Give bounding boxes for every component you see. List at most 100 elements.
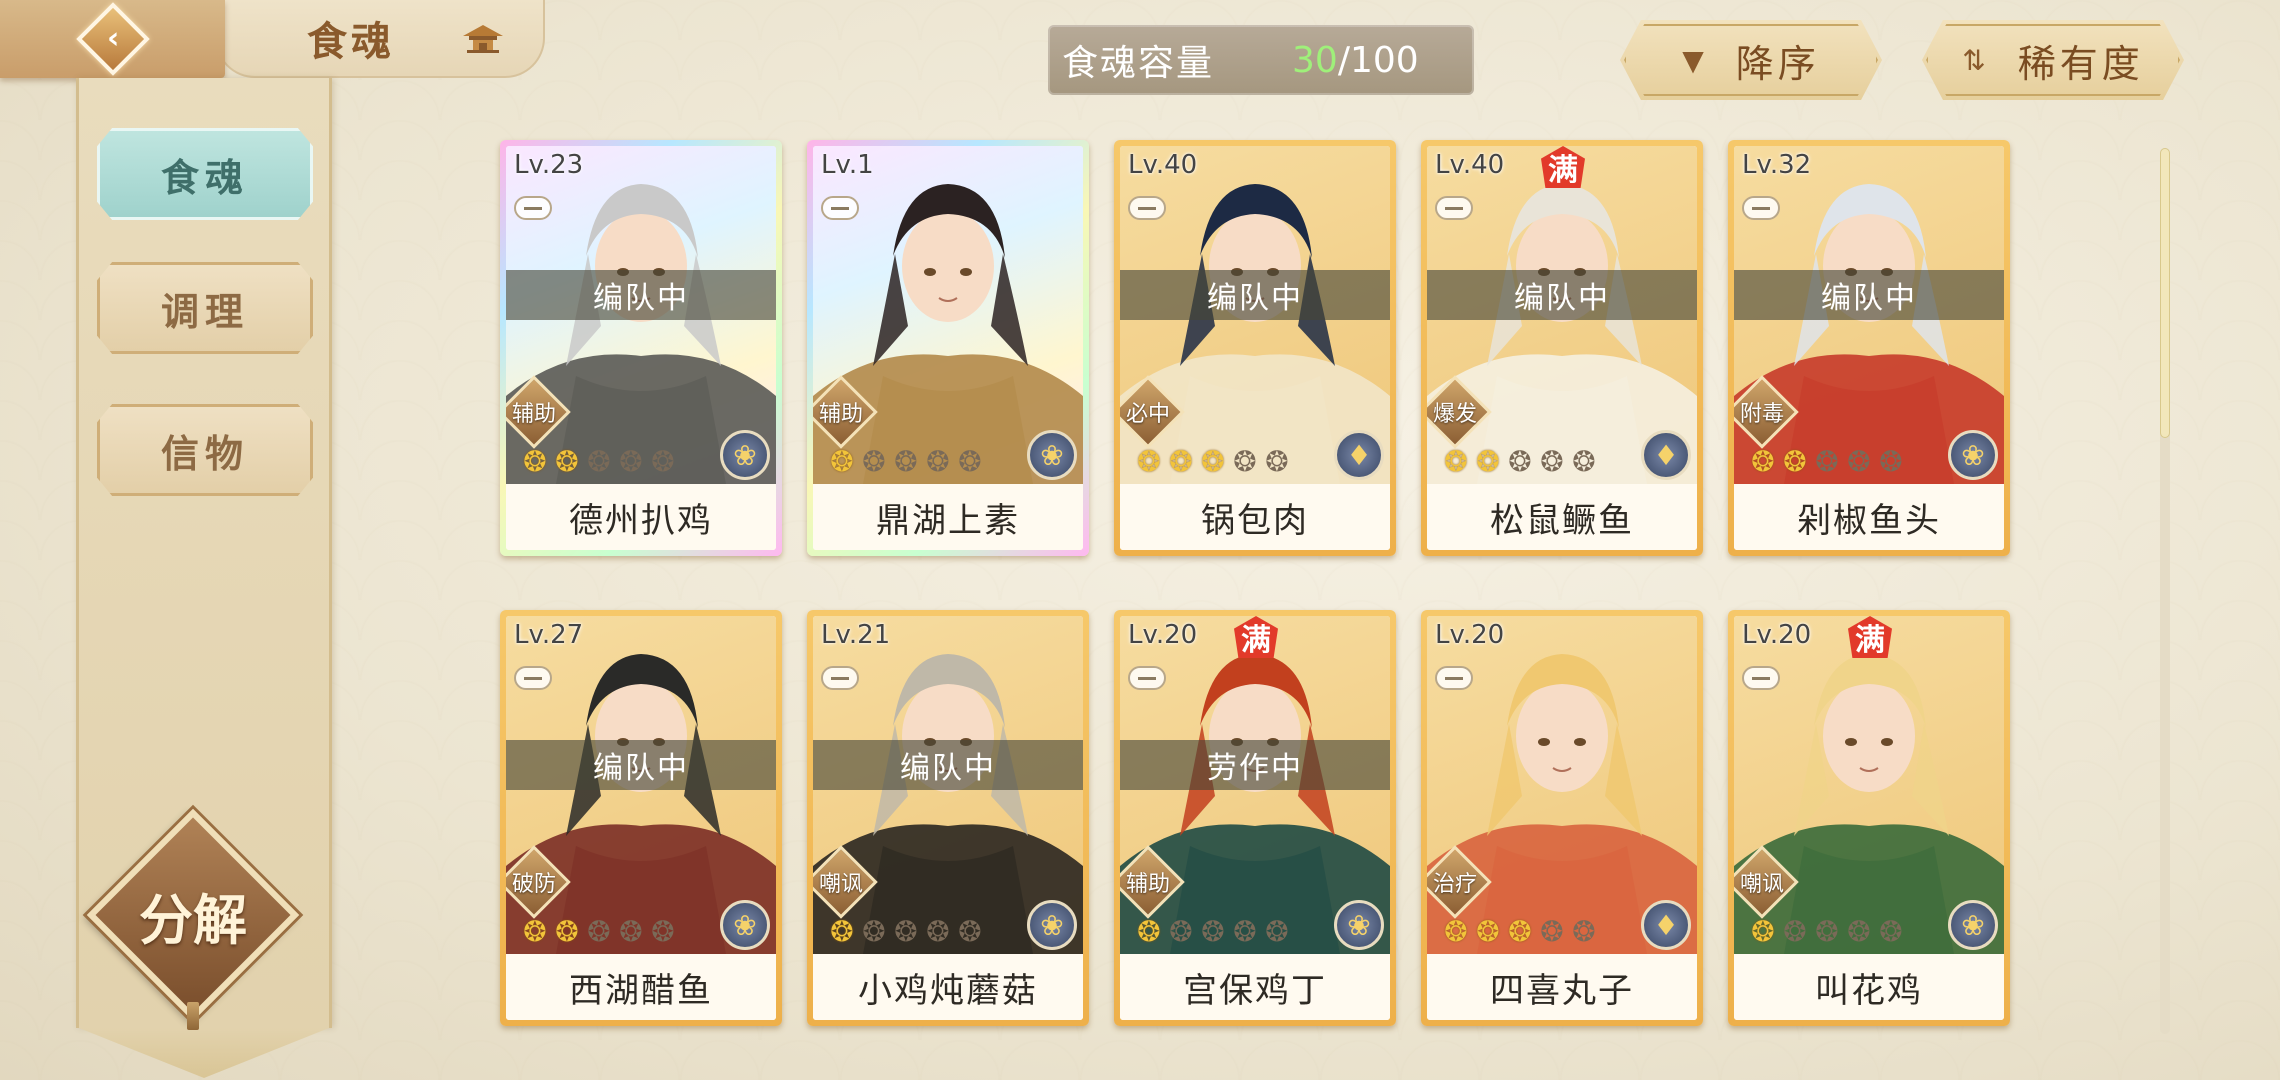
- name-bar: 叫花鸡: [1734, 954, 2004, 1020]
- character-portrait: Lv.20 满 嘲讽 ❂ ❂ ❂ ❂ ❂ ❀: [1734, 616, 2004, 954]
- status-band: 编队中: [506, 740, 776, 790]
- element-glyph: ❀: [733, 908, 757, 942]
- minus-icon[interactable]: [1128, 666, 1166, 690]
- food-soul-name: 四喜丸子: [1490, 970, 1634, 1011]
- food-soul-grid: Lv.23 编队中 辅助 ❂ ❂ ❂ ❂ ❂ ❀ 德州扒鸡 Lv.1 辅助 ❂ …: [500, 140, 2020, 1030]
- star-rating: ❂ ❂ ❂ ❂ ❂: [827, 442, 985, 476]
- max-badge-label: 满: [1548, 153, 1578, 188]
- food-soul-card[interactable]: Lv.20 治疗 ❂ ❂ ❂ ❂ ❂ ♦ 四喜丸子: [1421, 610, 1703, 1026]
- status-band: 编队中: [813, 740, 1083, 790]
- tab-cooking[interactable]: 调理: [97, 262, 313, 354]
- status-band: 编队中: [1427, 270, 1697, 320]
- minus-icon[interactable]: [821, 666, 859, 690]
- capacity-separator: /: [1337, 39, 1350, 81]
- character-portrait: Lv.32 编队中 附毒 ❂ ❂ ❂ ❂ ❂ ❀: [1734, 146, 2004, 484]
- star-flame-filled-icon: ❂: [1169, 445, 1193, 478]
- element-icon: ♦: [1641, 430, 1691, 480]
- minus-icon[interactable]: [1435, 666, 1473, 690]
- title-plate: 食魂: [215, 0, 545, 78]
- scrollbar-thumb[interactable]: [2160, 148, 2170, 438]
- card-inner: Lv.40 编队中 必中 ❂ ❂ ❂ ❂ ❂ ♦ 锅包肉: [1120, 146, 1390, 550]
- decompose-button[interactable]: 分解: [78, 800, 308, 1030]
- food-soul-card[interactable]: Lv.32 编队中 附毒 ❂ ❂ ❂ ❂ ❂ ❀ 剁椒鱼头: [1728, 140, 2010, 556]
- food-soul-name: 叫花鸡: [1815, 970, 1923, 1011]
- star-flame-empty-icon: ❂: [862, 445, 886, 478]
- role-badge: 辅助: [813, 375, 878, 449]
- scrollbar[interactable]: [2160, 148, 2170, 1034]
- star-flame-empty-icon: ❂: [1201, 915, 1225, 948]
- star-flame-empty-icon: ❂: [651, 445, 675, 478]
- food-soul-name: 剁椒鱼头: [1797, 500, 1941, 541]
- card-inner: Lv.1 辅助 ❂ ❂ ❂ ❂ ❂ ❀ 鼎湖上素: [813, 146, 1083, 550]
- minus-icon[interactable]: [1435, 196, 1473, 220]
- food-soul-card[interactable]: Lv.20 满 嘲讽 ❂ ❂ ❂ ❂ ❂ ❀ 叫花鸡: [1728, 610, 2010, 1026]
- element-glyph: ❀: [1040, 908, 1064, 942]
- star-flame-empty-icon: ❂: [651, 915, 675, 948]
- element-icon: ♦: [1334, 430, 1384, 480]
- role-label: 治疗: [1432, 872, 1477, 897]
- minus-icon[interactable]: [1128, 196, 1166, 220]
- role-label: 必中: [1125, 402, 1170, 427]
- element-glyph: ❀: [1961, 908, 1985, 942]
- minus-icon[interactable]: [821, 196, 859, 220]
- food-soul-card[interactable]: Lv.20 满 劳作中 辅助 ❂ ❂ ❂ ❂ ❂ ❀ 宫保鸡丁: [1114, 610, 1396, 1026]
- element-glyph: ❀: [1040, 438, 1064, 472]
- name-bar: 宫保鸡丁: [1120, 954, 1390, 1020]
- element-glyph: ❀: [733, 438, 757, 472]
- card-inner: Lv.20 满 劳作中 辅助 ❂ ❂ ❂ ❂ ❂ ❀ 宫保鸡丁: [1120, 616, 1390, 1020]
- star-rating: ❂ ❂ ❂ ❂ ❂: [1134, 442, 1292, 476]
- food-soul-name: 德州扒鸡: [569, 500, 713, 541]
- food-soul-name: 宫保鸡丁: [1183, 970, 1327, 1011]
- role-label: 嘲讽: [818, 872, 863, 897]
- star-flame-filled-icon: ❂: [1137, 445, 1161, 478]
- food-soul-card[interactable]: Lv.40 编队中 必中 ❂ ❂ ❂ ❂ ❂ ♦ 锅包肉: [1114, 140, 1396, 556]
- name-bar: 松鼠鳜鱼: [1427, 484, 1697, 550]
- star-flame-filled-icon: ❂: [830, 915, 854, 948]
- food-soul-name: 鼎湖上素: [876, 500, 1020, 541]
- tab-food-souls[interactable]: 食魂: [97, 128, 313, 220]
- star-flame-empty-icon: ❂: [1879, 445, 1903, 478]
- card-inner: Lv.27 编队中 破防 ❂ ❂ ❂ ❂ ❂ ❀ 西湖醋鱼: [506, 616, 776, 1020]
- sort-key-label: 稀有度: [2017, 41, 2144, 86]
- role-badge: 必中: [1120, 375, 1185, 449]
- food-soul-card[interactable]: Lv.27 编队中 破防 ❂ ❂ ❂ ❂ ❂ ❀ 西湖醋鱼: [500, 610, 782, 1026]
- pagoda-icon[interactable]: [461, 22, 505, 56]
- star-flame-filled-icon: ❂: [555, 445, 579, 478]
- star-flame-empty-icon: ❂: [926, 445, 950, 478]
- minus-icon[interactable]: [514, 666, 552, 690]
- food-soul-card[interactable]: Lv.1 辅助 ❂ ❂ ❂ ❂ ❂ ❀ 鼎湖上素: [807, 140, 1089, 556]
- minus-icon[interactable]: [1742, 196, 1780, 220]
- minus-icon[interactable]: [1742, 666, 1780, 690]
- star-flame-filled-icon: ❂: [1751, 915, 1775, 948]
- max-badge: 满: [1535, 146, 1591, 192]
- status-band: 编队中: [1120, 270, 1390, 320]
- character-portrait: Lv.27 编队中 破防 ❂ ❂ ❂ ❂ ❂ ❀: [506, 616, 776, 954]
- role-badge: 嘲讽: [813, 845, 878, 919]
- sort-order-button[interactable]: ▼ 降序: [1620, 20, 1882, 100]
- star-rating: ❂ ❂ ❂ ❂ ❂: [1441, 912, 1599, 946]
- food-soul-card[interactable]: Lv.40 满 编队中 爆发 ❂ ❂ ❂ ❂ ❂ ♦ 松鼠鳜鱼: [1421, 140, 1703, 556]
- food-soul-card[interactable]: Lv.21 编队中 嘲讽 ❂ ❂ ❂ ❂ ❂ ❀ 小鸡炖蘑菇: [807, 610, 1089, 1026]
- back-button[interactable]: ‹: [0, 0, 225, 78]
- star-flame-empty-icon: ❂: [894, 915, 918, 948]
- swap-icon: ⇅: [1962, 43, 1990, 77]
- triangle-down-icon: ▼: [1682, 43, 1708, 77]
- minus-icon[interactable]: [514, 196, 552, 220]
- role-badge: 辅助: [1120, 845, 1185, 919]
- role-label: 破防: [511, 872, 556, 897]
- sort-order-label: 降序: [1735, 41, 1820, 86]
- star-rating: ❂ ❂ ❂ ❂ ❂: [827, 912, 985, 946]
- food-soul-name: 锅包肉: [1201, 500, 1309, 541]
- star-flame-empty-icon: ❂: [1169, 915, 1193, 948]
- food-soul-card[interactable]: Lv.23 编队中 辅助 ❂ ❂ ❂ ❂ ❂ ❀ 德州扒鸡: [500, 140, 782, 556]
- role-label: 辅助: [818, 402, 863, 427]
- star-flame-empty-icon: ❂: [587, 915, 611, 948]
- sort-key-button[interactable]: ⇅ 稀有度: [1922, 20, 2184, 100]
- status-text: 编队中: [1514, 281, 1610, 316]
- role-label: 辅助: [1125, 872, 1170, 897]
- element-icon: ❀: [1334, 900, 1384, 950]
- card-inner: Lv.20 治疗 ❂ ❂ ❂ ❂ ❂ ♦ 四喜丸子: [1427, 616, 1697, 1020]
- star-flame-filled-icon: ❂: [1444, 445, 1468, 478]
- tab-tokens[interactable]: 信物: [97, 404, 313, 496]
- level-label: Lv.27: [514, 620, 584, 650]
